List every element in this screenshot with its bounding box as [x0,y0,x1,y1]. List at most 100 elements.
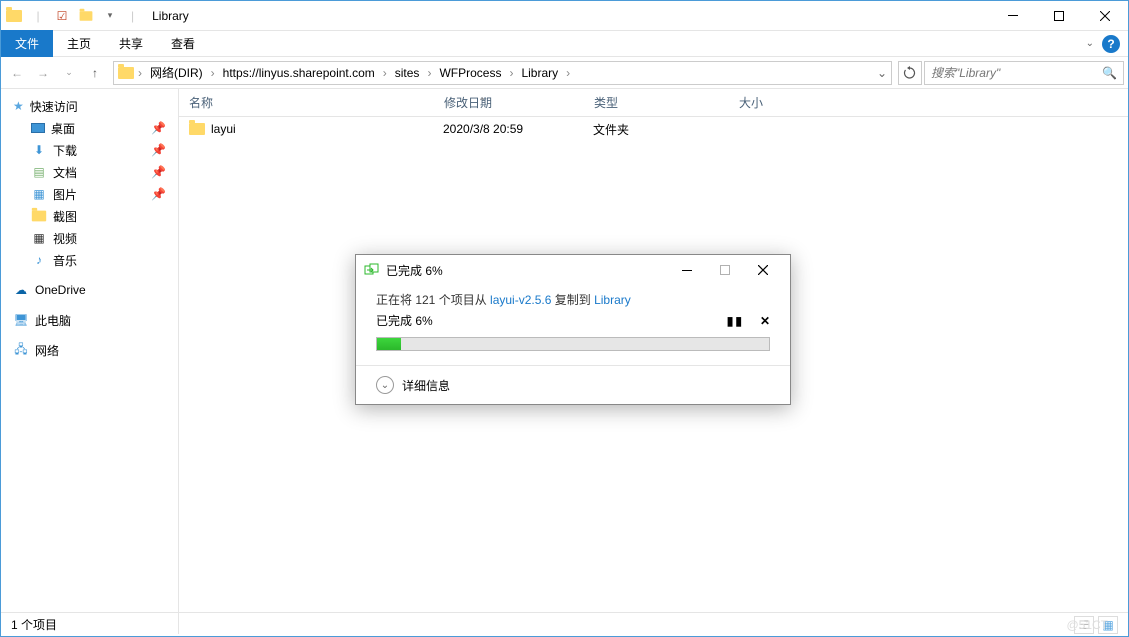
sidebar-item-screenshots[interactable]: 截图 [1,205,178,227]
sidebar-item-label: 截图 [53,208,77,225]
status-bar: 1 个项目 ☰ ▦ [1,612,1128,636]
sidebar-item-label: 图片 [53,186,77,203]
window-title: Library [152,9,189,23]
documents-icon: ▤ [31,164,47,180]
maximize-icon [1054,11,1064,21]
dest-link[interactable]: Library [594,293,631,307]
sidebar-item-network[interactable]: 🖧 网络 [1,339,178,361]
pc-icon: 🖥 [13,312,29,328]
sidebar-item-label: 音乐 [53,252,77,269]
column-date[interactable]: 修改日期 [434,94,584,111]
crumb-network[interactable]: 网络(DIR) [146,64,207,81]
music-icon: ♪ [31,252,47,268]
close-button[interactable] [1082,1,1128,31]
folder-icon [31,208,47,224]
forward-button[interactable]: → [31,61,55,85]
crumb-library[interactable]: Library [517,66,562,80]
chevron-right-icon[interactable]: › [136,66,144,80]
watermark: @51CT [1066,618,1108,632]
recent-dropdown-icon[interactable]: ⌄ [57,61,81,85]
address-bar[interactable]: › 网络(DIR) › https://linyus.sharepoint.co… [113,61,892,85]
qat-dropdown-icon[interactable]: ▾ [101,7,119,25]
address-dropdown-icon[interactable]: ⌄ [877,66,887,80]
refresh-icon [903,66,917,80]
pause-button[interactable]: ▮▮ [727,314,744,328]
chevron-down-icon: ⌄ [376,376,394,394]
details-label: 详细信息 [402,377,450,394]
back-button[interactable]: ← [5,61,29,85]
search-input[interactable] [931,66,1102,80]
copy-icon [364,262,380,278]
sidebar-item-label: 文档 [53,164,77,181]
title-bar: | ☑ ▾ | Library [1,1,1128,31]
minimize-icon [682,270,692,271]
tab-share[interactable]: 共享 [105,30,157,57]
progress-fill [377,338,401,350]
navigation-pane: ★ 快速访问 桌面 📌 ⬇ 下载 📌 ▤ 文档 📌 ▦ 图片 📌 截图 ▦ [1,89,179,634]
video-icon: ▦ [31,230,47,246]
crumb-host[interactable]: https://linyus.sharepoint.com [219,66,379,80]
navigation-bar: ← → ⌄ ↑ › 网络(DIR) › https://linyus.share… [1,57,1128,89]
quick-access-toolbar: | ☑ ▾ | [1,7,144,25]
dialog-title: 已完成 6% [386,262,668,279]
folder-small-icon[interactable] [77,7,95,25]
minimize-button[interactable] [990,1,1036,31]
pictures-icon: ▦ [31,186,47,202]
sidebar-item-documents[interactable]: ▤ 文档 📌 [1,161,178,183]
tab-file[interactable]: 文件 [1,30,53,57]
details-toggle[interactable]: ⌄ 详细信息 [356,365,790,404]
download-icon: ⬇ [31,142,47,158]
copy-description: 正在将 121 个项目从 layui-v2.5.6 复制到 Library [376,291,770,308]
dialog-minimize-button[interactable] [668,255,706,285]
window-controls [990,1,1128,31]
sidebar-item-desktop[interactable]: 桌面 📌 [1,117,178,139]
quick-access-label: 快速访问 [30,98,78,115]
source-link[interactable]: layui-v2.5.6 [490,293,551,307]
sidebar-item-downloads[interactable]: ⬇ 下载 📌 [1,139,178,161]
sidebar-item-pictures[interactable]: ▦ 图片 📌 [1,183,178,205]
tab-home[interactable]: 主页 [53,30,105,57]
file-row[interactable]: layui 2020/3/8 20:59 文件夹 [179,117,1128,141]
star-icon: ★ [13,99,24,113]
ribbon-expand-icon[interactable]: ⌄ [1086,38,1094,49]
folder-icon [5,7,23,25]
tab-view[interactable]: 查看 [157,30,209,57]
quick-access-group[interactable]: ★ 快速访问 [1,95,178,117]
pin-icon: 📌 [151,143,166,157]
chevron-right-icon[interactable]: › [209,66,217,80]
progress-bar [376,337,770,351]
sidebar-item-videos[interactable]: ▦ 视频 [1,227,178,249]
sidebar-item-label: 视频 [53,230,77,247]
file-date: 2020/3/8 20:59 [443,122,593,136]
search-icon[interactable]: 🔍 [1102,66,1117,80]
maximize-button[interactable] [1036,1,1082,31]
search-box[interactable]: 🔍 [924,61,1124,85]
sort-arrow-icon: ⌃ [474,97,490,108]
column-name[interactable]: 名称 [179,94,434,111]
dialog-close-button[interactable] [744,255,782,285]
column-size[interactable]: 大小 [729,94,849,111]
sidebar-item-this-pc[interactable]: 🖥 此电脑 [1,309,178,331]
chevron-right-icon[interactable]: › [507,66,515,80]
sidebar-item-music[interactable]: ♪ 音乐 [1,249,178,271]
up-button[interactable]: ↑ [83,61,107,85]
crumb-sites[interactable]: sites [391,66,424,80]
refresh-button[interactable] [898,61,922,85]
ribbon-tabs: 文件 主页 共享 查看 ⌄ ? [1,31,1128,57]
properties-icon[interactable]: ☑ [53,7,71,25]
chevron-right-icon[interactable]: › [425,66,433,80]
chevron-right-icon[interactable]: › [381,66,389,80]
sidebar-item-label: OneDrive [35,283,86,297]
column-type[interactable]: 类型 [584,94,729,111]
folder-icon [118,65,134,81]
file-name: layui [211,122,443,136]
crumb-wfprocess[interactable]: WFProcess [435,66,505,80]
sidebar-item-label: 网络 [35,342,59,359]
chevron-right-icon[interactable]: › [564,66,572,80]
sidebar-item-label: 此电脑 [35,312,71,329]
cancel-button[interactable]: ✕ [760,314,770,328]
help-icon[interactable]: ? [1102,35,1120,53]
maximize-icon [720,265,730,275]
pin-icon: 📌 [151,187,166,201]
sidebar-item-onedrive[interactable]: ☁ OneDrive [1,279,178,301]
